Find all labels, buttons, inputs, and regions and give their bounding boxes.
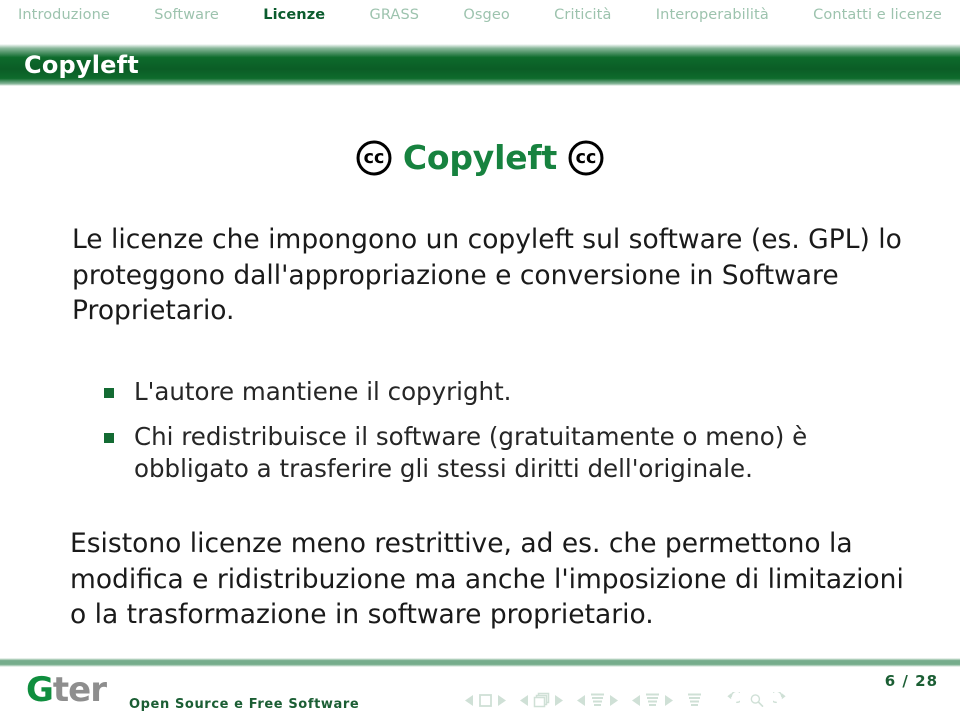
paragraph-outro: Esistono licenze meno restrittive, ad es…: [70, 528, 904, 630]
gter-logo: Gter: [26, 670, 107, 710]
square-bullet-icon: [104, 388, 114, 398]
slide-content: cc Copyleft cc Le licenze che impongono …: [0, 86, 960, 651]
footer-separator-band: [0, 658, 960, 667]
subsection-navigation-group: [577, 692, 618, 708]
gter-logo-ter: ter: [52, 670, 107, 710]
undo-arrow-icon[interactable]: [724, 692, 740, 708]
svg-text:cc: cc: [576, 148, 597, 168]
creative-commons-icon-right: cc: [568, 140, 604, 175]
nav-item-software[interactable]: Software: [154, 7, 219, 23]
paragraph-intro: Le licenze che impongono un copyleft sul…: [72, 224, 902, 326]
magnifier-icon[interactable]: [749, 693, 764, 708]
next-section-arrow-icon[interactable]: [664, 694, 673, 706]
list-item-label: L'autore mantiene il copyright.: [134, 377, 512, 406]
previous-section-arrow-icon[interactable]: [632, 694, 641, 706]
page-title: Copyleft: [24, 51, 139, 79]
next-frame-arrow-icon[interactable]: [554, 694, 563, 706]
redo-arrow-icon[interactable]: [773, 692, 789, 708]
previous-slide-arrow-icon[interactable]: [465, 694, 474, 706]
lines-icon[interactable]: [590, 692, 605, 708]
square-bullet-icon: [104, 432, 114, 443]
creative-commons-icon-left: cc: [356, 140, 392, 175]
slide-navigation-group: [465, 693, 506, 708]
nav-item-osgeo[interactable]: Osgeo: [463, 7, 509, 23]
square-icon[interactable]: [478, 693, 493, 708]
lines-icon[interactable]: [645, 692, 660, 708]
nav-item-interoperabilita[interactable]: Interoperabilità: [656, 7, 769, 23]
previous-frame-arrow-icon[interactable]: [520, 694, 529, 706]
lines-icon[interactable]: [687, 692, 702, 708]
section-navigation-group: [632, 692, 673, 708]
slide-title-bar: Copyleft: [0, 44, 960, 86]
stacked-frames-icon[interactable]: [533, 692, 550, 708]
svg-text:cc: cc: [364, 148, 385, 168]
next-slide-arrow-icon[interactable]: [497, 694, 506, 706]
nav-item-criticita[interactable]: Criticità: [554, 7, 611, 23]
page-number: 6 / 28: [884, 672, 938, 690]
copyleft-heading: cc Copyleft cc: [0, 138, 960, 177]
copyleft-bullet-list: L'autore mantiene il copyright. Chi redi…: [98, 376, 910, 498]
list-item: Chi redistribuisce il software (gratuita…: [98, 421, 910, 486]
next-subsection-arrow-icon[interactable]: [609, 694, 618, 706]
top-navigation-bar: Introduzione Software Licenze GRASS Osge…: [0, 0, 960, 30]
gter-logo-g: G: [26, 670, 54, 710]
copyleft-heading-text: Copyleft: [402, 138, 558, 177]
history-controls-group: [724, 692, 789, 708]
footer-tagline: Open Source e Free Software: [129, 697, 360, 712]
nav-item-grass[interactable]: GRASS: [370, 7, 420, 23]
presentation-overview-group: [687, 692, 702, 708]
beamer-navigation-controls: [465, 692, 789, 708]
list-item-label: Chi redistribuisce il software (gratuita…: [134, 421, 808, 484]
previous-subsection-arrow-icon[interactable]: [577, 694, 586, 706]
nav-item-introduzione[interactable]: Introduzione: [18, 7, 110, 23]
nav-item-licenze[interactable]: Licenze: [263, 7, 325, 23]
list-item: L'autore mantiene il copyright.: [98, 376, 910, 409]
nav-item-contatti-e-licenze[interactable]: Contatti e licenze: [813, 7, 942, 23]
frame-navigation-group: [520, 692, 563, 708]
